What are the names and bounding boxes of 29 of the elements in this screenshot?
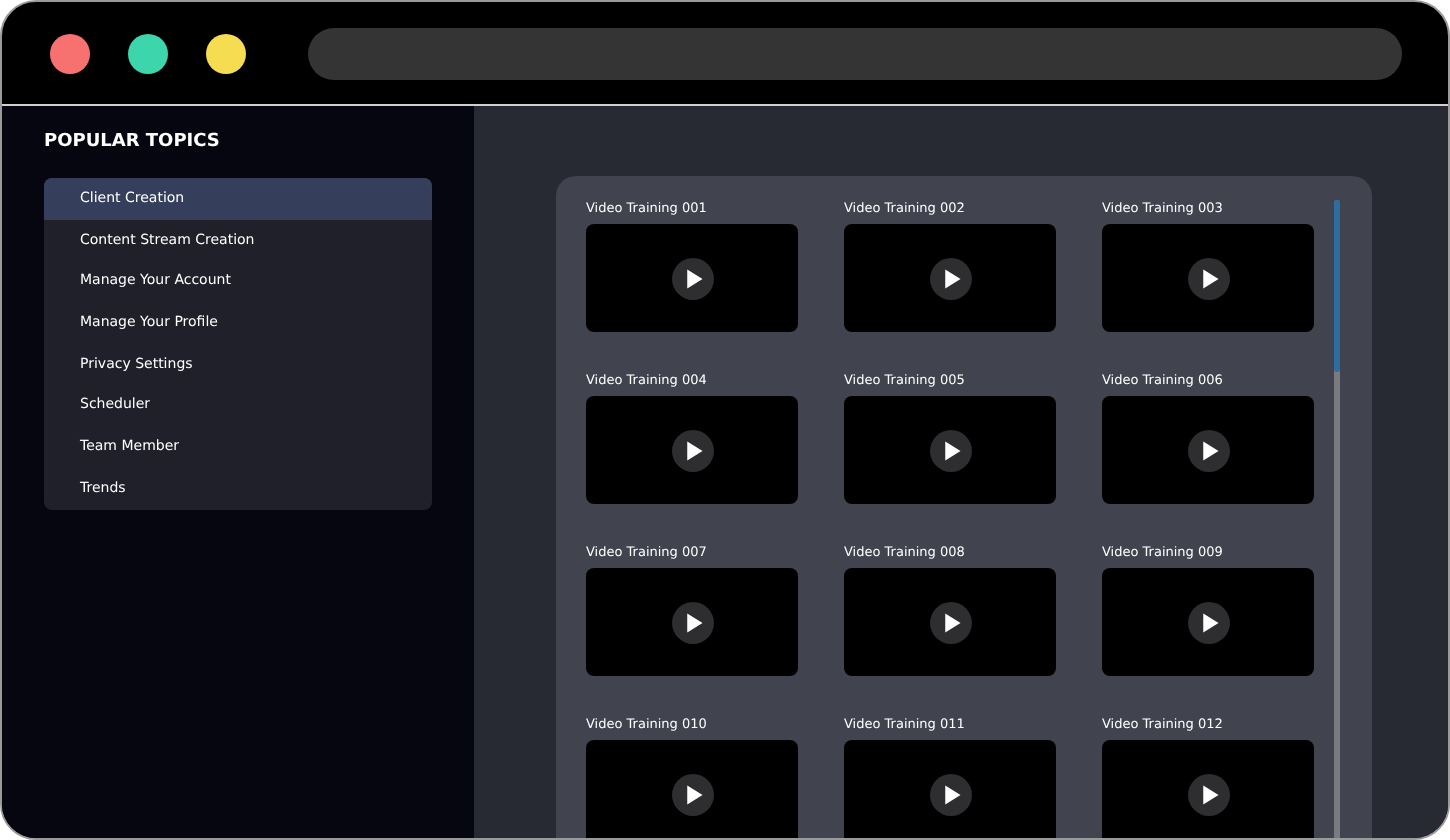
- scrollbar[interactable]: [1334, 200, 1340, 838]
- video-thumbnail[interactable]: [1102, 224, 1314, 332]
- video-thumbnail[interactable]: [844, 568, 1056, 676]
- video-thumbnail[interactable]: [586, 224, 798, 332]
- play-icon[interactable]: [1187, 773, 1229, 815]
- video-thumbnail[interactable]: [586, 568, 798, 676]
- video-thumbnail[interactable]: [1102, 396, 1314, 504]
- sidebar-title: POPULAR TOPICS: [44, 132, 222, 154]
- minimize-icon[interactable]: [206, 33, 246, 73]
- play-icon[interactable]: [671, 773, 713, 815]
- video-thumbnail[interactable]: [586, 396, 798, 504]
- play-icon[interactable]: [929, 257, 971, 299]
- play-icon[interactable]: [1187, 429, 1229, 471]
- play-icon[interactable]: [1187, 601, 1229, 643]
- video-thumbnail[interactable]: [1102, 568, 1314, 676]
- play-icon[interactable]: [929, 601, 971, 643]
- play-icon[interactable]: [671, 429, 713, 471]
- play-icon[interactable]: [929, 429, 971, 471]
- play-icon[interactable]: [929, 773, 971, 815]
- video-thumbnail[interactable]: [844, 224, 1056, 332]
- close-icon[interactable]: [50, 33, 90, 73]
- play-icon[interactable]: [671, 257, 713, 299]
- video-thumbnail[interactable]: [1102, 740, 1314, 838]
- video-thumbnail[interactable]: [844, 740, 1056, 838]
- play-icon[interactable]: [1187, 257, 1229, 299]
- video-thumbnail[interactable]: [844, 396, 1056, 504]
- maximize-icon[interactable]: [128, 33, 168, 73]
- play-icon[interactable]: [671, 601, 713, 643]
- video-thumbnail[interactable]: [586, 740, 798, 838]
